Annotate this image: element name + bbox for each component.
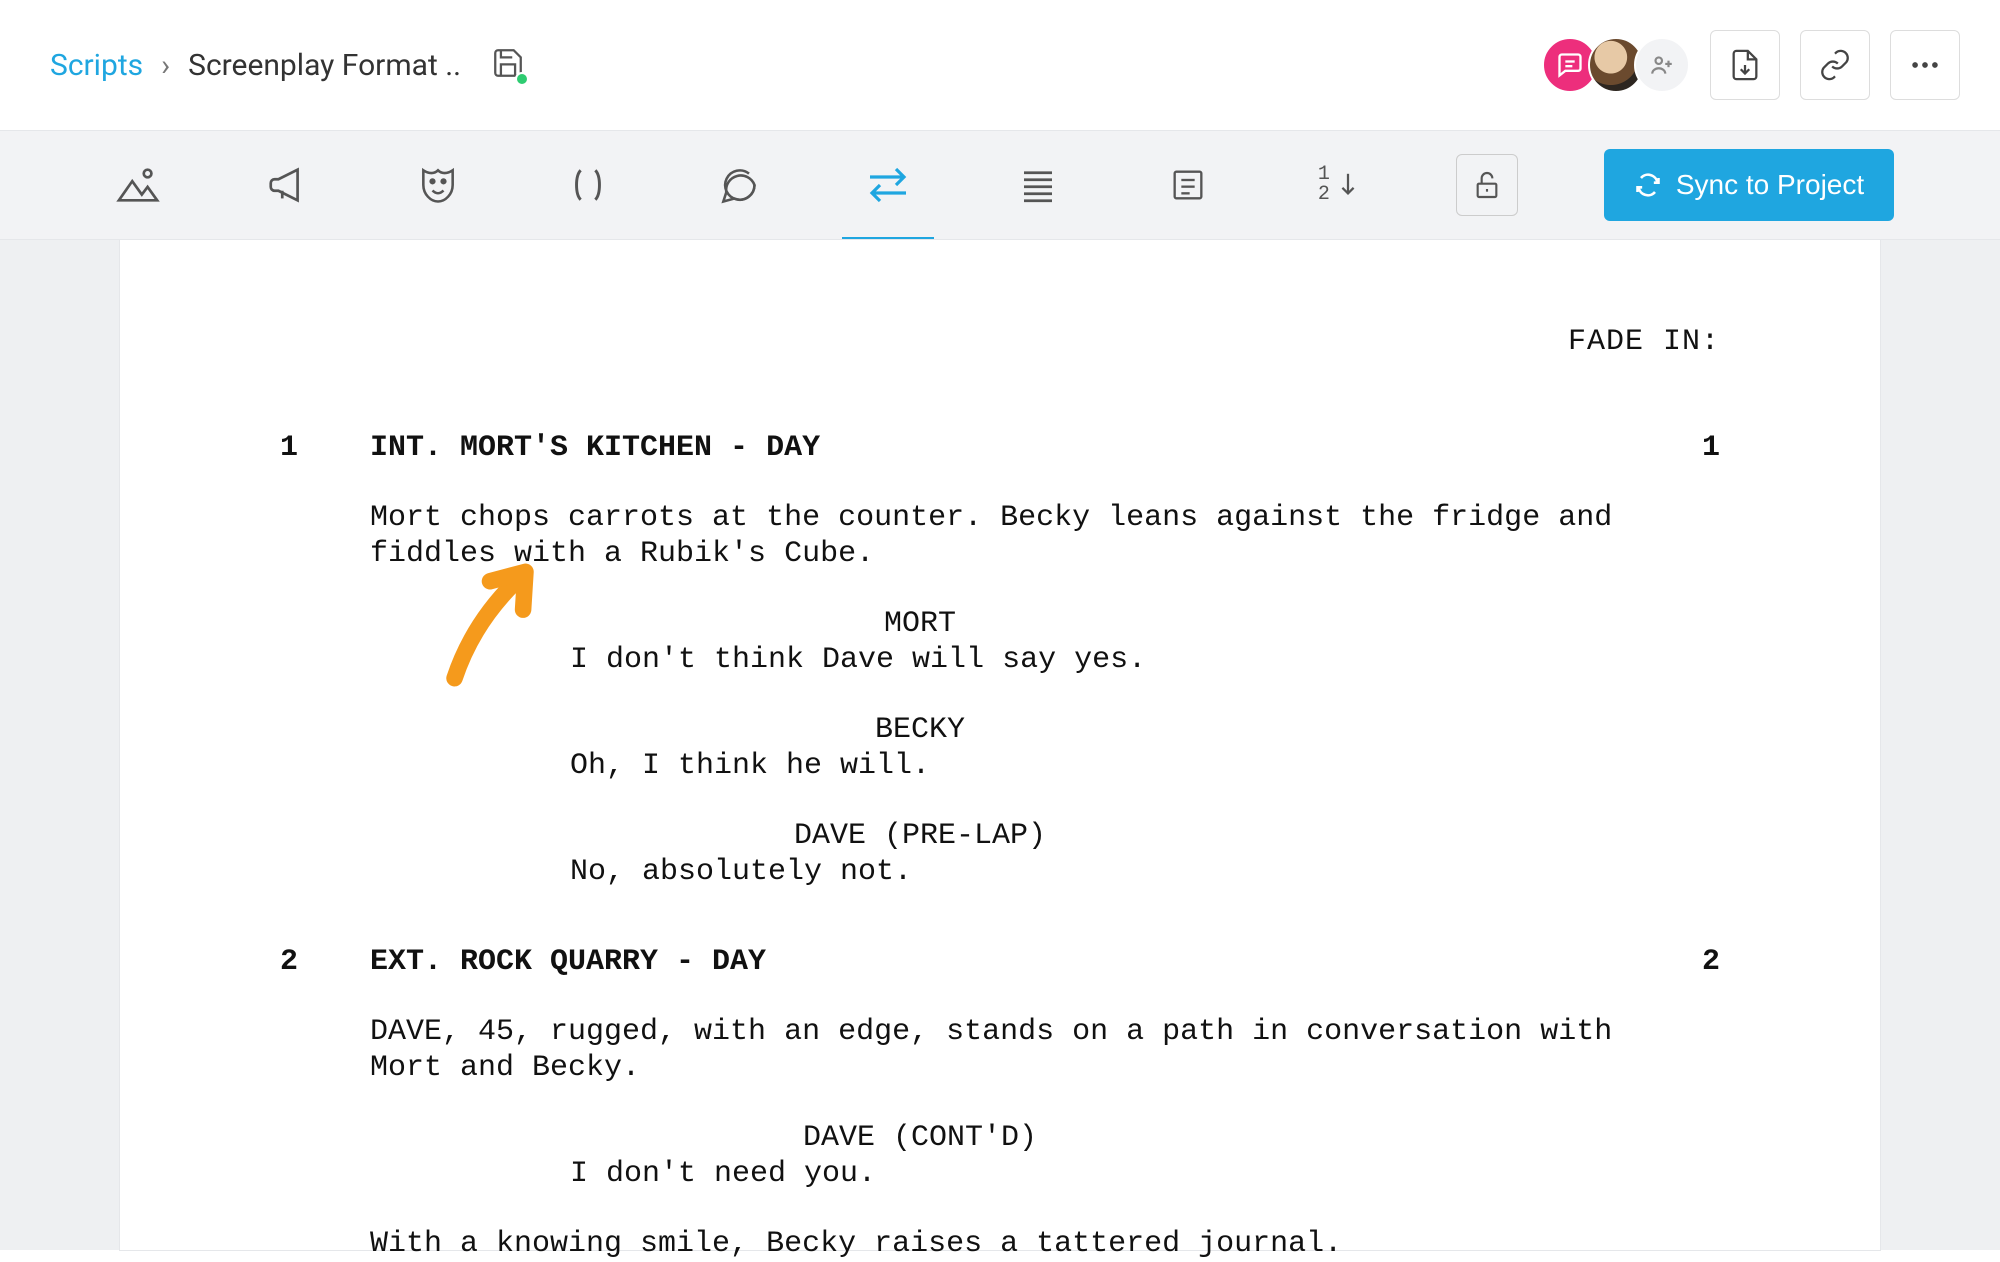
link-icon — [1818, 48, 1852, 82]
scene-heading-row[interactable]: 2 EXT. ROCK QUARRY - DAY 2 — [280, 944, 1720, 980]
scene-heading-row[interactable]: 1 INT. MORT'S KITCHEN - DAY 1 — [280, 430, 1720, 466]
transition-tool[interactable] — [856, 153, 920, 217]
scene-numbers-icon: 12 — [1318, 165, 1358, 205]
sync-button-label: Sync to Project — [1676, 169, 1864, 201]
script-page[interactable]: FADE IN: 1 INT. MORT'S KITCHEN - DAY 1 M… — [120, 240, 1880, 1250]
dialogue-block[interactable]: BECKY Oh, I think he will. — [280, 712, 1720, 784]
export-pdf-button[interactable] — [1710, 30, 1780, 100]
dialogue-tool[interactable] — [706, 153, 770, 217]
share-link-button[interactable] — [1800, 30, 1870, 100]
sync-to-project-button[interactable]: Sync to Project — [1604, 149, 1894, 221]
character-cue: DAVE (PRE-LAP) — [370, 818, 1470, 854]
dialogue-block[interactable]: DAVE (CONT'D) I don't need you. — [280, 1120, 1720, 1192]
scene-number-left: 2 — [280, 944, 370, 980]
scene-heading-tool[interactable] — [106, 153, 170, 217]
formatting-toolbar: 12 Sync to Project — [0, 130, 2000, 240]
save-button[interactable] — [491, 46, 525, 84]
action-text[interactable]: With a knowing smile, Becky raises a tat… — [370, 1226, 1650, 1262]
more-icon — [1908, 48, 1942, 82]
add-user-icon — [1649, 52, 1675, 78]
lines-tool[interactable] — [1006, 153, 1070, 217]
speech-bubble-icon — [716, 163, 760, 207]
transition[interactable]: FADE IN: — [280, 324, 1720, 360]
collaborator-avatars — [1542, 37, 1690, 93]
breadcrumb: Scripts › Screenplay Format .. — [50, 48, 461, 83]
action-tool[interactable] — [256, 153, 320, 217]
mask-icon — [416, 163, 460, 207]
scene-number-left: 1 — [280, 430, 370, 466]
scene-number-right: 1 — [1660, 430, 1720, 466]
chat-icon — [1556, 51, 1584, 79]
save-status-dot — [515, 72, 529, 86]
scene-numbers-tool[interactable]: 12 — [1306, 153, 1370, 217]
dialogue-block[interactable]: MORT I don't think Dave will say yes. — [280, 606, 1720, 678]
parenthetical-tool[interactable] — [556, 153, 620, 217]
more-menu-button[interactable] — [1890, 30, 1960, 100]
note-tool[interactable] — [1156, 153, 1220, 217]
note-icon — [1168, 165, 1208, 205]
scene-heading: EXT. ROCK QUARRY - DAY — [370, 944, 1660, 980]
megaphone-icon — [265, 162, 311, 208]
script-body: FADE IN: 1 INT. MORT'S KITCHEN - DAY 1 M… — [280, 324, 1720, 1262]
editor-canvas: FADE IN: 1 INT. MORT'S KITCHEN - DAY 1 M… — [0, 240, 2000, 1250]
dialogue-line: I don't need you. — [570, 1156, 1450, 1192]
landscape-icon — [115, 162, 161, 208]
dialogue-block[interactable]: DAVE (PRE-LAP) No, absolutely not. — [280, 818, 1720, 890]
arrows-icon — [863, 165, 913, 205]
paragraph-lines-icon — [1017, 164, 1059, 206]
lock-button[interactable] — [1456, 154, 1518, 216]
dialogue-line: Oh, I think he will. — [570, 748, 1450, 784]
character-cue: DAVE (CONT'D) — [370, 1120, 1470, 1156]
breadcrumb-root[interactable]: Scripts — [50, 48, 143, 83]
app-header: Scripts › Screenplay Format .. — [0, 0, 2000, 130]
dialogue-line: I don't think Dave will say yes. — [570, 642, 1450, 678]
chevron-right-icon: › — [161, 48, 170, 83]
sync-icon — [1634, 171, 1662, 199]
character-cue: MORT — [370, 606, 1470, 642]
scene-number-right: 2 — [1660, 944, 1720, 980]
character-tool[interactable] — [406, 153, 470, 217]
unlock-icon — [1471, 169, 1503, 201]
add-collaborator-button[interactable] — [1634, 37, 1690, 93]
action-text[interactable]: DAVE, 45, rugged, with an edge, stands o… — [370, 1014, 1650, 1086]
parentheses-icon — [566, 163, 610, 207]
dialogue-line: No, absolutely not. — [570, 854, 1450, 890]
action-text[interactable]: Mort chops carrots at the counter. Becky… — [370, 500, 1650, 572]
scene-heading: INT. MORT'S KITCHEN - DAY — [370, 430, 1660, 466]
character-cue: BECKY — [370, 712, 1470, 748]
breadcrumb-title: Screenplay Format .. — [188, 48, 461, 83]
pdf-download-icon — [1728, 48, 1762, 82]
